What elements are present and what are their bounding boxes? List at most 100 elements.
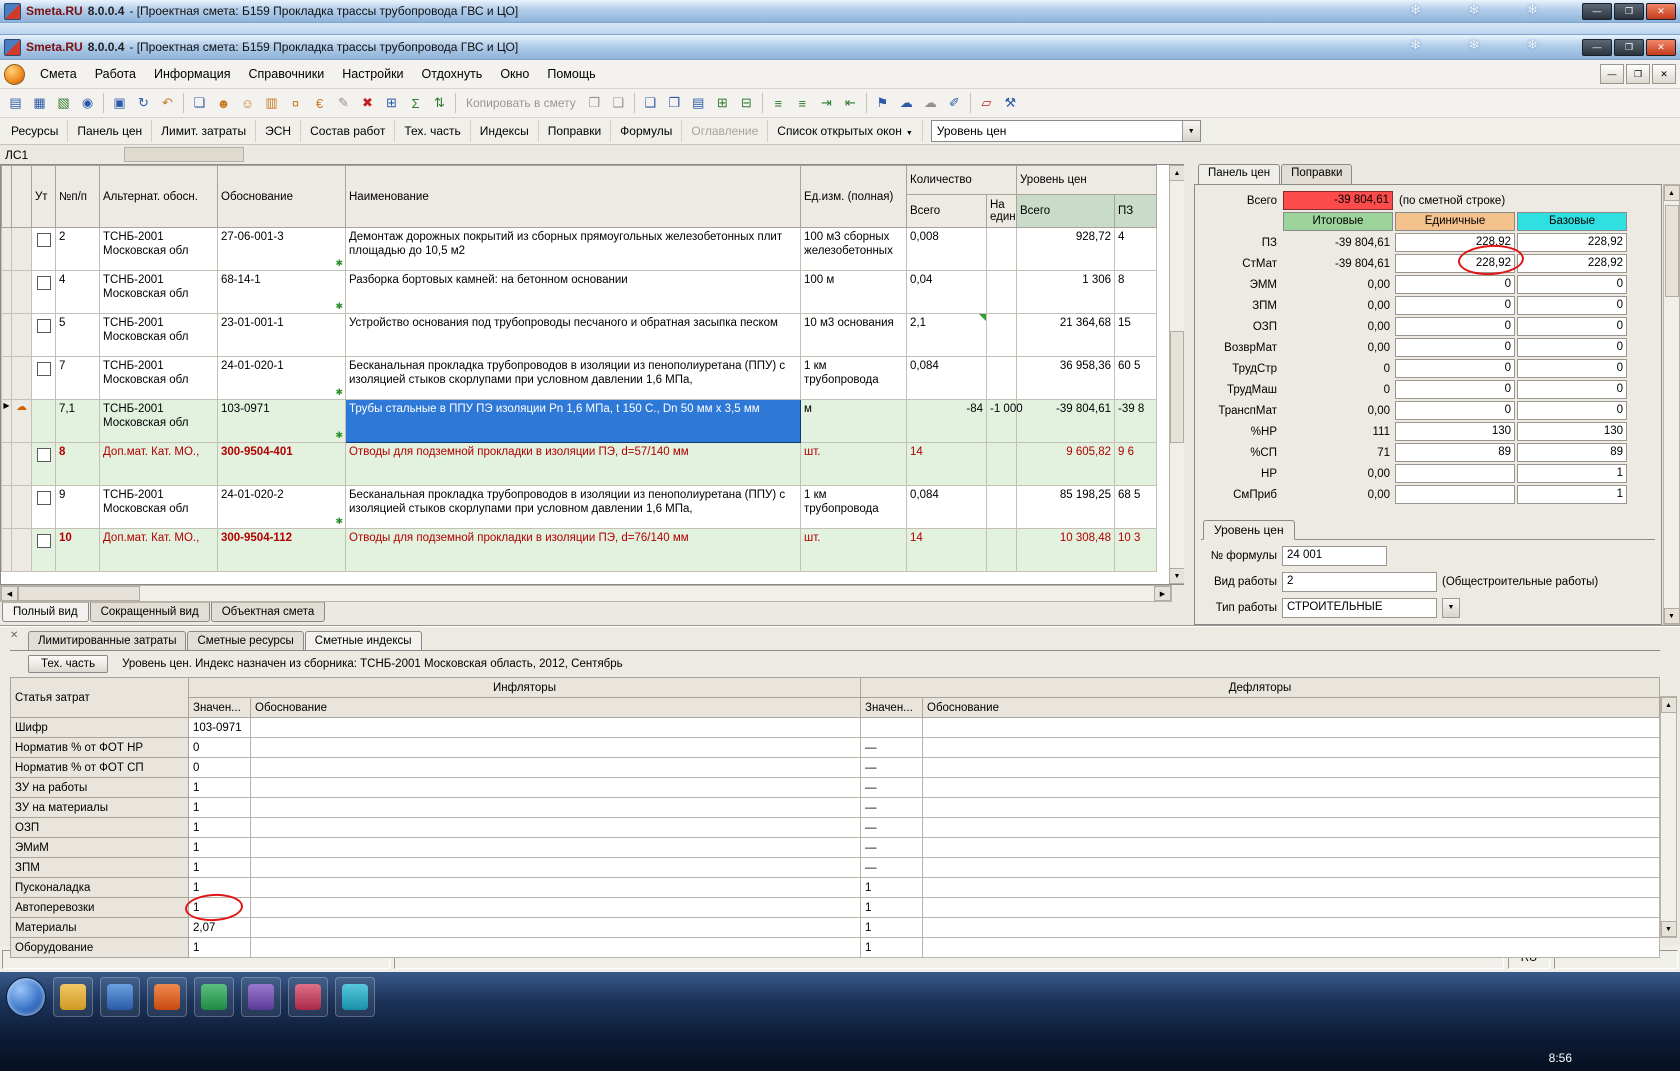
- indices-vertical-scrollbar[interactable]: ▲ ▼: [1660, 696, 1677, 938]
- combo-dropdown-icon[interactable]: ▼: [1182, 121, 1200, 141]
- materials-index-value[interactable]: 2,07: [189, 918, 251, 938]
- outline-level2-icon[interactable]: ≡: [791, 92, 814, 114]
- col-header-basis[interactable]: Обоснование: [218, 166, 346, 228]
- totals-icon[interactable]: Σ: [404, 92, 427, 114]
- taskbar-app-icon[interactable]: [147, 977, 187, 1017]
- row-checkbox[interactable]: [37, 362, 51, 376]
- search-icon[interactable]: ◉: [76, 92, 99, 114]
- work-type-select[interactable]: СТРОИТЕЛЬНЫЕ: [1282, 598, 1437, 618]
- tab-smetnye-indeksy[interactable]: Сметные индексы: [305, 631, 422, 650]
- row-checkbox[interactable]: [37, 448, 51, 462]
- window-report-icon[interactable]: ❑: [639, 92, 662, 114]
- col-header-basis[interactable]: Обоснование: [923, 698, 1660, 718]
- close-button[interactable]: ✕: [1646, 39, 1676, 56]
- indent-left-icon[interactable]: ⇤: [839, 92, 862, 114]
- minimize-button[interactable]: —: [1582, 3, 1612, 20]
- menu-item-okno[interactable]: Окно: [491, 63, 538, 85]
- col-header-inflators[interactable]: Инфляторы: [189, 678, 861, 698]
- col-header-qty-total[interactable]: Всего: [907, 195, 987, 228]
- viewbar-tab-esn[interactable]: ЭСН: [256, 120, 301, 142]
- open-windows-button[interactable]: Список открытых окон▼: [768, 120, 922, 142]
- col-header-bazovye[interactable]: Базовые: [1517, 212, 1627, 231]
- col-header-value[interactable]: Значен...: [189, 698, 251, 718]
- tab-object-estimate[interactable]: Объектная смета: [211, 602, 326, 622]
- taskbar-app-icon[interactable]: [241, 977, 281, 1017]
- col-header-alt[interactable]: Альтернат. обосн.: [100, 166, 218, 228]
- outline-level1-icon[interactable]: ≡: [767, 92, 790, 114]
- scroll-up-icon[interactable]: ▲: [1169, 165, 1184, 181]
- price-level-combo[interactable]: Уровень цен ▼: [931, 120, 1201, 142]
- menu-item-pomosch[interactable]: Помощь: [538, 63, 604, 85]
- col-header-qty-per[interactable]: На един: [987, 195, 1017, 228]
- tree-collapse-icon[interactable]: ⊟: [735, 92, 758, 114]
- close-button[interactable]: ✕: [1646, 3, 1676, 20]
- pen-icon[interactable]: ✐: [943, 92, 966, 114]
- taskbar-app-icon[interactable]: [194, 977, 234, 1017]
- viewbar-tab-limit-zatraty[interactable]: Лимит. затраты: [152, 120, 256, 142]
- col-header-name[interactable]: Наименование: [346, 166, 801, 228]
- row-checkbox[interactable]: [37, 491, 51, 505]
- viewbar-tab-tech-chast[interactable]: Тех. часть: [395, 120, 470, 142]
- viewbar-tab-resursy[interactable]: Ресурсы: [2, 120, 68, 142]
- formula-number-field[interactable]: 24 001: [1282, 546, 1387, 566]
- tab-panel-cen[interactable]: Панель цен: [1198, 164, 1280, 184]
- scrollbar-thumb[interactable]: [18, 586, 140, 601]
- menu-item-spravochniki[interactable]: Справочники: [240, 63, 334, 85]
- mdi-restore-button[interactable]: ❐: [1626, 64, 1650, 84]
- tab-limitirovannye-zatraty[interactable]: Лимитированные затраты: [28, 631, 186, 650]
- taskbar-app-icon[interactable]: [335, 977, 375, 1017]
- scrollbar-thumb[interactable]: [1170, 331, 1184, 443]
- row-checkbox[interactable]: [37, 233, 51, 247]
- app-menu-icon[interactable]: [4, 64, 25, 85]
- scroll-right-icon[interactable]: ▶: [1154, 586, 1171, 601]
- scrollbar-thumb[interactable]: [1665, 205, 1679, 297]
- viewbar-tab-indeksy[interactable]: Индексы: [471, 120, 539, 142]
- mdi-close-button[interactable]: ✕: [1652, 64, 1676, 84]
- contractors-icon[interactable]: ☻: [212, 92, 235, 114]
- save-icon[interactable]: ▣: [108, 92, 131, 114]
- cloud-icon[interactable]: ☁: [919, 92, 942, 114]
- col-header-value[interactable]: Значен...: [861, 698, 923, 718]
- taskbar-app-icon[interactable]: [288, 977, 328, 1017]
- row-checkbox[interactable]: [37, 534, 51, 548]
- col-header-deflators[interactable]: Дефляторы: [861, 678, 1660, 698]
- tech-part-button[interactable]: Тех. часть: [28, 655, 108, 673]
- tab-popravki[interactable]: Поправки: [1281, 164, 1352, 184]
- flag-icon[interactable]: ⚑: [871, 92, 894, 114]
- clouds-icon[interactable]: ☁: [895, 92, 918, 114]
- menu-item-otdokhnut[interactable]: Отдохнуть: [413, 63, 492, 85]
- tab-uroven-cen[interactable]: Уровень цен: [1203, 520, 1295, 540]
- grid-vertical-scrollbar[interactable]: ▲ ▼: [1169, 165, 1184, 584]
- excel-export-icon[interactable]: ▧: [52, 92, 75, 114]
- delete-icon[interactable]: ✖: [356, 92, 379, 114]
- taskbar-clock[interactable]: 8:56: [1549, 1051, 1572, 1065]
- col-header-level-total[interactable]: Всего: [1017, 195, 1115, 228]
- cards-icon[interactable]: ▥: [260, 92, 283, 114]
- col-header-level[interactable]: Уровень цен: [1017, 166, 1157, 195]
- menu-item-smeta[interactable]: Смета: [31, 63, 86, 85]
- report-icon[interactable]: ▤: [687, 92, 710, 114]
- paste-icon[interactable]: ❏: [607, 92, 630, 114]
- start-button[interactable]: [6, 977, 46, 1017]
- tab-smetnye-resursy[interactable]: Сметные ресурсы: [187, 631, 303, 650]
- col-header-qty[interactable]: Количество: [907, 166, 1017, 195]
- grid-horizontal-scrollbar[interactable]: ◀ ▶: [0, 585, 1172, 602]
- maximize-button[interactable]: ❐: [1614, 39, 1644, 56]
- coins-icon[interactable]: ¤: [284, 92, 307, 114]
- splitter-handle[interactable]: [124, 147, 244, 162]
- col-header-unit[interactable]: Ед.изм. (полная): [801, 166, 907, 228]
- selected-cell[interactable]: Трубы стальные в ППУ ПЭ изоляции Pn 1,6 …: [346, 400, 801, 443]
- sort-updown-icon[interactable]: ⇅: [428, 92, 451, 114]
- row-checkbox[interactable]: [37, 319, 51, 333]
- tables-icon[interactable]: ▦: [28, 92, 51, 114]
- copy-sheet-icon[interactable]: ❏: [188, 92, 211, 114]
- col-header-basis[interactable]: Обоснование: [251, 698, 861, 718]
- col-header-level-pz[interactable]: ПЗ: [1115, 195, 1157, 228]
- col-header-itogovye[interactable]: Итоговые: [1283, 212, 1393, 231]
- work-kind-field[interactable]: 2: [1282, 572, 1437, 592]
- scroll-up-icon[interactable]: ▲: [1661, 697, 1677, 713]
- indent-right-icon[interactable]: ⇥: [815, 92, 838, 114]
- services-icon[interactable]: ⚒: [999, 92, 1022, 114]
- money-icon[interactable]: €: [308, 92, 331, 114]
- scroll-down-icon[interactable]: ▼: [1169, 568, 1184, 584]
